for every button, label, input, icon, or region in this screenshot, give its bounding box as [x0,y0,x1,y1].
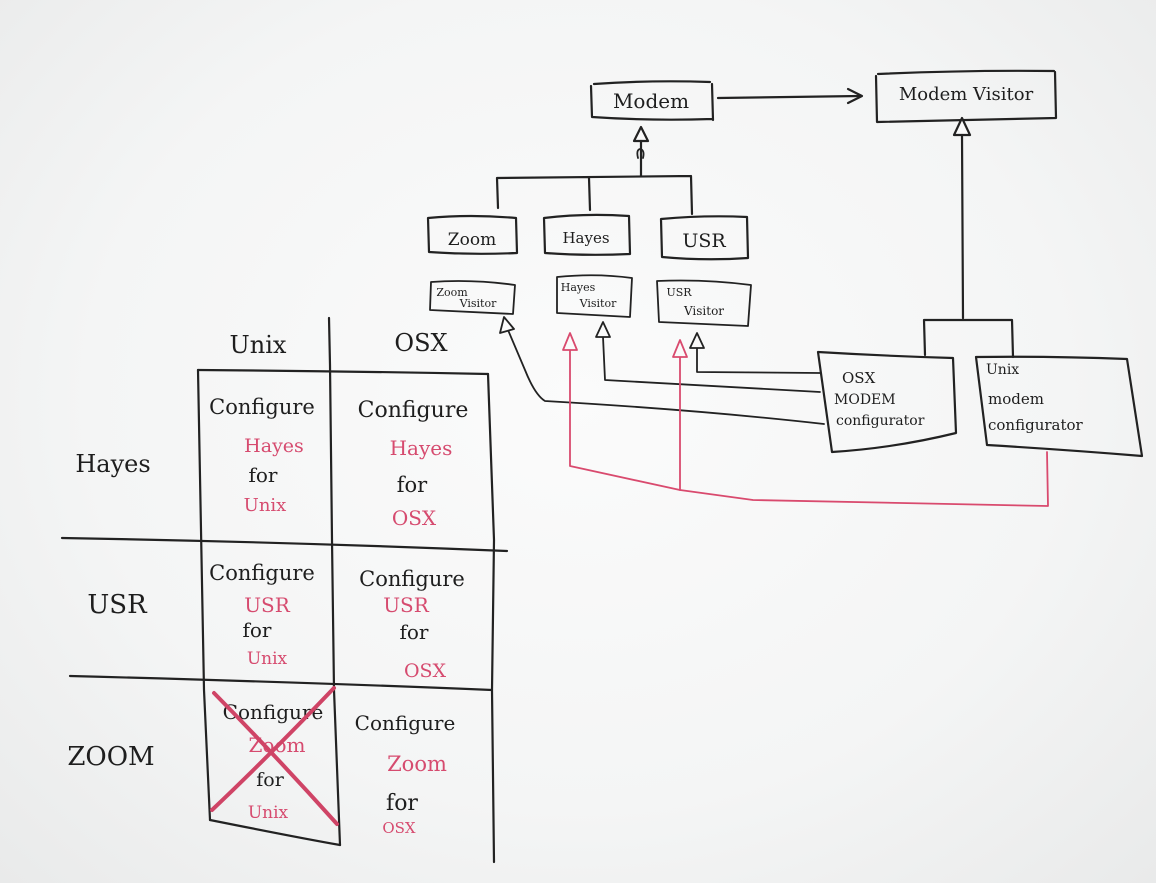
cell-prep: for [386,791,418,816]
cell-modem: USR [244,593,291,617]
cell-prep: for [248,463,277,487]
osx-configurator-label-1: OSX [842,369,876,387]
cell-prep: for [242,618,271,642]
osx-hayes-visitor-triangle [595,321,611,338]
modem-class-label: Modem [613,89,689,113]
unix-configurator-box: Unix modem configurator [974,355,1144,458]
cell-hayes-osx: Configure Hayes for OSX [358,398,469,530]
usr-class-box: USR [659,215,750,261]
cell-os: Unix [247,649,288,669]
visitor-hierarchy-lines [922,133,1015,359]
unix-hayes-visitor-red-triangle [562,332,578,351]
osx-to-usr-visitor-line [696,347,821,374]
cell-zoom-osx: Configure Zoom for OSX [355,711,456,837]
cell-os: Unix [248,803,289,823]
osx-to-zoom-visitor-line [507,329,825,425]
association-arrow [716,94,862,100]
cell-verb: Configure [209,561,315,585]
cell-modem: Zoom [387,752,447,776]
usr-visitor-class-box: USR Visitor [656,279,752,327]
column-header-osx: OSX [394,329,447,357]
modem-hierarchy-lines [495,139,694,216]
osx-configurator-box: OSX MODEM configurator [816,350,958,454]
cell-prep: for [397,473,428,497]
zoom-class-label: Zoom [448,230,496,250]
hayes-visitor-label-2: Visitor [579,297,617,310]
unix-configurator-label-3: configurator [988,416,1084,434]
osx-to-hayes-visitor-line [602,336,821,393]
unix-configurator-label-2: modem [988,390,1044,408]
hayes-class-label: Hayes [562,229,609,247]
cell-os: OSX [404,660,447,682]
unix-usr-visitor-red-triangle [672,339,688,358]
hayes-visitor-label-1: Hayes [561,281,596,294]
cell-modem: Hayes [390,436,453,460]
cell-prep: for [399,620,428,644]
zoom-class-box: Zoom [426,214,519,255]
row-header-zoom: ZOOM [67,742,154,772]
osx-zoom-visitor-triangle [499,316,515,334]
hayes-visitor-class-box: Hayes Visitor [556,274,633,318]
cell-verb: Configure [358,398,469,423]
row-header-hayes: Hayes [75,450,150,478]
cell-os: OSX [392,506,437,530]
usr-class-label: USR [682,230,726,252]
osx-configurator-label-3: configurator [836,413,925,429]
zoom-visitor-label-2: Visitor [459,297,497,310]
modem-visitor-class-box: Modem Visitor [874,69,1058,124]
cell-usr-osx: Configure USR for OSX [359,567,465,682]
cell-verb: Configure [209,395,315,419]
osx-configurator-label-2: MODEM [834,392,896,408]
cell-os: Unix [244,495,287,516]
whiteboard: Modem Modem Visitor Zoom Hayes USR Zoom … [0,0,1156,883]
zoom-visitor-class-box: Zoom Visitor [429,280,516,315]
modem-class-box: Modem [589,80,715,122]
cell-zoom-unix: Configure Zoom for Unix [210,686,339,826]
usr-visitor-label-1: USR [666,286,692,299]
cell-modem: Hayes [244,435,304,457]
unix-configurator-label-1: Unix [986,362,1019,378]
uml-diagram: Modem Modem Visitor Zoom Hayes USR Zoom … [60,69,1144,864]
column-header-unix: Unix [230,331,287,359]
cell-usr-unix: Configure USR for Unix [209,561,315,669]
cell-os: OSX [382,819,416,837]
hayes-class-box: Hayes [542,213,632,256]
usr-visitor-label-2: Visitor [683,304,724,318]
cell-verb: Configure [359,567,465,591]
cell-modem: USR [383,593,430,617]
modem-inheritance-triangle [632,125,650,143]
row-header-usr: USR [87,590,148,620]
cell-hayes-unix: Configure Hayes for Unix [209,395,315,516]
cell-prep: for [256,769,284,791]
osx-usr-visitor-triangle [689,332,705,349]
modem-visitor-class-label: Modem Visitor [899,84,1034,105]
cell-verb: Configure [355,711,456,735]
